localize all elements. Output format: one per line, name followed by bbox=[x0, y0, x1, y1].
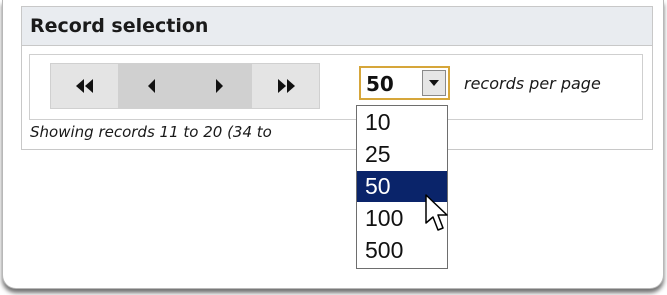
previous-page-button[interactable] bbox=[118, 64, 185, 108]
navigation-row: 50 records per page bbox=[29, 54, 643, 120]
last-page-button[interactable] bbox=[252, 64, 319, 108]
dropdown-option-10[interactable]: 10 bbox=[357, 107, 447, 138]
records-per-page-dropdown-list: 10 25 50 100 500 bbox=[356, 105, 448, 269]
first-page-button[interactable] bbox=[51, 64, 118, 108]
pager bbox=[50, 63, 320, 109]
panel: Record selection 50 records per page Sho… bbox=[2, 0, 664, 289]
records-per-page-value: 50 bbox=[366, 72, 394, 96]
dropdown-arrow-button[interactable] bbox=[422, 70, 446, 96]
record-selection-title: Record selection bbox=[30, 15, 209, 37]
record-selection-header: Record selection bbox=[22, 7, 652, 46]
records-per-page-select[interactable]: 50 bbox=[359, 66, 450, 100]
record-selection-box: Record selection 50 records per page Sho… bbox=[21, 6, 653, 150]
double-right-arrow-icon bbox=[277, 79, 295, 93]
showing-records-text: Showing records 11 to 20 (34 to bbox=[30, 123, 272, 141]
left-arrow-icon bbox=[147, 79, 155, 93]
double-left-arrow-icon bbox=[75, 79, 93, 93]
right-arrow-icon bbox=[215, 79, 223, 93]
chevron-down-icon bbox=[429, 80, 439, 86]
mouse-pointer-icon bbox=[425, 194, 448, 231]
next-page-button[interactable] bbox=[185, 64, 252, 108]
dropdown-option-500[interactable]: 500 bbox=[357, 235, 447, 266]
records-per-page-label: records per page bbox=[464, 74, 601, 93]
dropdown-option-25[interactable]: 25 bbox=[357, 139, 447, 170]
